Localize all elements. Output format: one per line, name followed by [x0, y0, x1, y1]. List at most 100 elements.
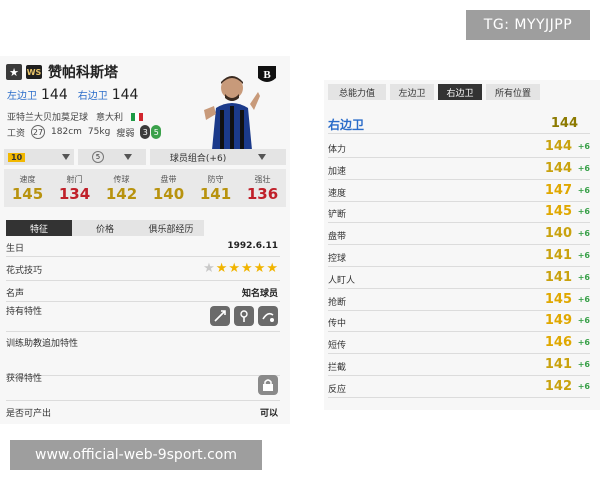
tab-club-history[interactable]: 俱乐部经历	[138, 220, 204, 236]
training-traits-label: 训练助教追加特性	[6, 339, 79, 349]
club-nation-row: 亚特兰大贝加莫足球 意大利	[7, 110, 144, 123]
stat-label: 防守	[207, 174, 224, 184]
physical-row: 工资 27 182cm 75kg 瘦弱 3 5	[7, 125, 162, 139]
attribute-bonus: +6	[577, 381, 590, 391]
reputation-label: 名声	[6, 289, 25, 299]
stat-item: 防守 141	[192, 169, 239, 207]
attribute-bonus: +6	[577, 316, 590, 326]
season-badge: WS	[26, 65, 42, 79]
attribute-bonus: +6	[577, 251, 590, 260]
height: 182cm	[51, 127, 82, 137]
star-icon: ★	[266, 261, 278, 276]
stat-label: 射门	[66, 174, 83, 184]
attribute-label: 盘带	[328, 232, 347, 243]
trait-dribble-icon[interactable]	[258, 306, 278, 326]
stat-value: 142	[105, 184, 138, 203]
attribute-value: 141	[544, 357, 572, 372]
stat-value: 140	[152, 184, 185, 203]
attribute-row: 加速 144 +6	[328, 158, 590, 180]
stat-value: 141	[199, 184, 232, 203]
tab-price[interactable]: 价格	[72, 220, 138, 236]
tab-right-back[interactable]: 右边卫	[438, 84, 482, 100]
stat-label: 速度	[19, 174, 36, 184]
foot-skill-icon: 3 5	[140, 125, 162, 139]
attribute-value: 144	[544, 139, 572, 154]
attribute-bonus: +6	[577, 185, 590, 195]
attribute-label: 速度	[328, 188, 347, 199]
attribute-label: 抢断	[328, 297, 347, 308]
stat-item: 传球 142	[98, 169, 145, 207]
attribute-label: 短传	[328, 341, 347, 352]
trait-defense-icon[interactable]	[234, 306, 254, 326]
trait-crossing-icon[interactable]	[210, 306, 230, 326]
attribute-label: 控球	[328, 254, 347, 264]
tab-left-back[interactable]: 左边卫	[390, 84, 434, 100]
attribute-value: 141	[544, 248, 572, 263]
nation-name: 意大利	[96, 113, 124, 123]
combo-dropdown[interactable]: 球员组合(+6)	[150, 149, 286, 165]
owned-traits-row: 持有特性	[6, 304, 280, 332]
attribute-bonus: +6	[577, 294, 590, 304]
attribute-label: 体力	[328, 145, 347, 155]
wage-label: 工资	[7, 128, 26, 139]
tab-all-positions[interactable]: 所有位置	[486, 84, 540, 100]
acquired-traits-label: 获得特性	[6, 374, 43, 384]
attribute-value: 141	[544, 269, 572, 285]
left-foot-value: 3	[140, 125, 151, 139]
birthday-label: 生日	[6, 244, 25, 254]
attribute-label: 加速	[328, 166, 347, 177]
chevron-down-icon	[258, 154, 267, 160]
attribute-row: 拦截 141 +6	[328, 354, 590, 376]
skill-row: 花式技巧 ★ ★ ★ ★ ★ ★	[6, 261, 280, 281]
stat-label: 强壮	[254, 174, 271, 184]
attribute-value: 142	[544, 378, 572, 394]
position-title: 右边卫	[328, 118, 365, 132]
owned-traits-label: 持有特性	[6, 307, 43, 317]
skill-label: 花式技巧	[6, 266, 43, 276]
club-name: 亚特兰大贝加莫足球	[7, 113, 89, 123]
attribute-row: 反应 142 +6	[328, 376, 590, 398]
stat-item: 盘带 140	[145, 169, 192, 207]
stat-value: 134	[58, 184, 91, 203]
stat-value: 136	[246, 184, 279, 203]
position-value: 144	[111, 87, 139, 103]
attribute-row: 速度 147 +6	[328, 180, 590, 202]
position-rating: 144	[550, 116, 578, 131]
attribute-value: 146	[544, 335, 572, 351]
grade-value: 5	[92, 151, 104, 163]
lock-icon[interactable]	[258, 375, 278, 395]
attribute-row: 盘带 140 +6	[328, 223, 590, 246]
star-icon[interactable]: ★	[6, 64, 22, 80]
tab-overall[interactable]: 总能力值	[328, 84, 386, 100]
attribute-bonus: +6	[577, 207, 590, 217]
attribute-row: 传中 149 +6	[328, 310, 590, 333]
grade-dropdown[interactable]: 5	[78, 149, 146, 165]
skill-stars: ★ ★ ★ ★ ★ ★	[203, 261, 278, 276]
producible-row: 是否可产出 可以	[6, 406, 280, 420]
star-icon: ★	[241, 261, 253, 276]
attribute-bonus: +6	[577, 163, 590, 173]
star-icon: ★	[253, 261, 266, 276]
selector-row: 10 5 球员组合(+6)	[4, 149, 286, 165]
watermark-top: TG: MYYJJPP	[466, 10, 590, 40]
producible-value: 可以	[259, 409, 278, 419]
player-card-panel: ★ WS 赞帕科斯塔 左边卫 144 右边卫 144 亚特兰大贝加莫足球 意大利…	[0, 56, 290, 424]
attribute-bonus: +6	[577, 272, 590, 282]
tab-traits[interactable]: 特征	[6, 220, 72, 236]
position-label[interactable]: 左边卫	[7, 87, 37, 102]
position-label[interactable]: 右边卫	[78, 87, 108, 102]
attribute-row: 体力 144 +6	[328, 136, 590, 158]
birthday-row: 生日 1992.6.11	[6, 241, 280, 257]
attribute-value: 140	[544, 226, 572, 242]
level-dropdown[interactable]: 10	[4, 149, 74, 165]
position-ratings: 左边卫 144 右边卫 144	[7, 87, 144, 103]
attribute-bonus: +6	[577, 338, 590, 348]
star-icon: ★	[215, 261, 228, 276]
watermark-bottom: www.official-web-9sport.com	[10, 440, 262, 470]
attribute-row: 控球 141 +6	[328, 245, 590, 267]
body-type: 瘦弱	[116, 128, 135, 139]
trait-icon-list	[258, 375, 278, 395]
attribute-panel: 总能力值 左边卫 右边卫 所有位置 右边卫 144 体力 144 +6 加速 144 +6…	[324, 80, 600, 410]
attribute-bonus: +6	[577, 142, 590, 151]
attribute-row: 短传 146 +6	[328, 332, 590, 355]
